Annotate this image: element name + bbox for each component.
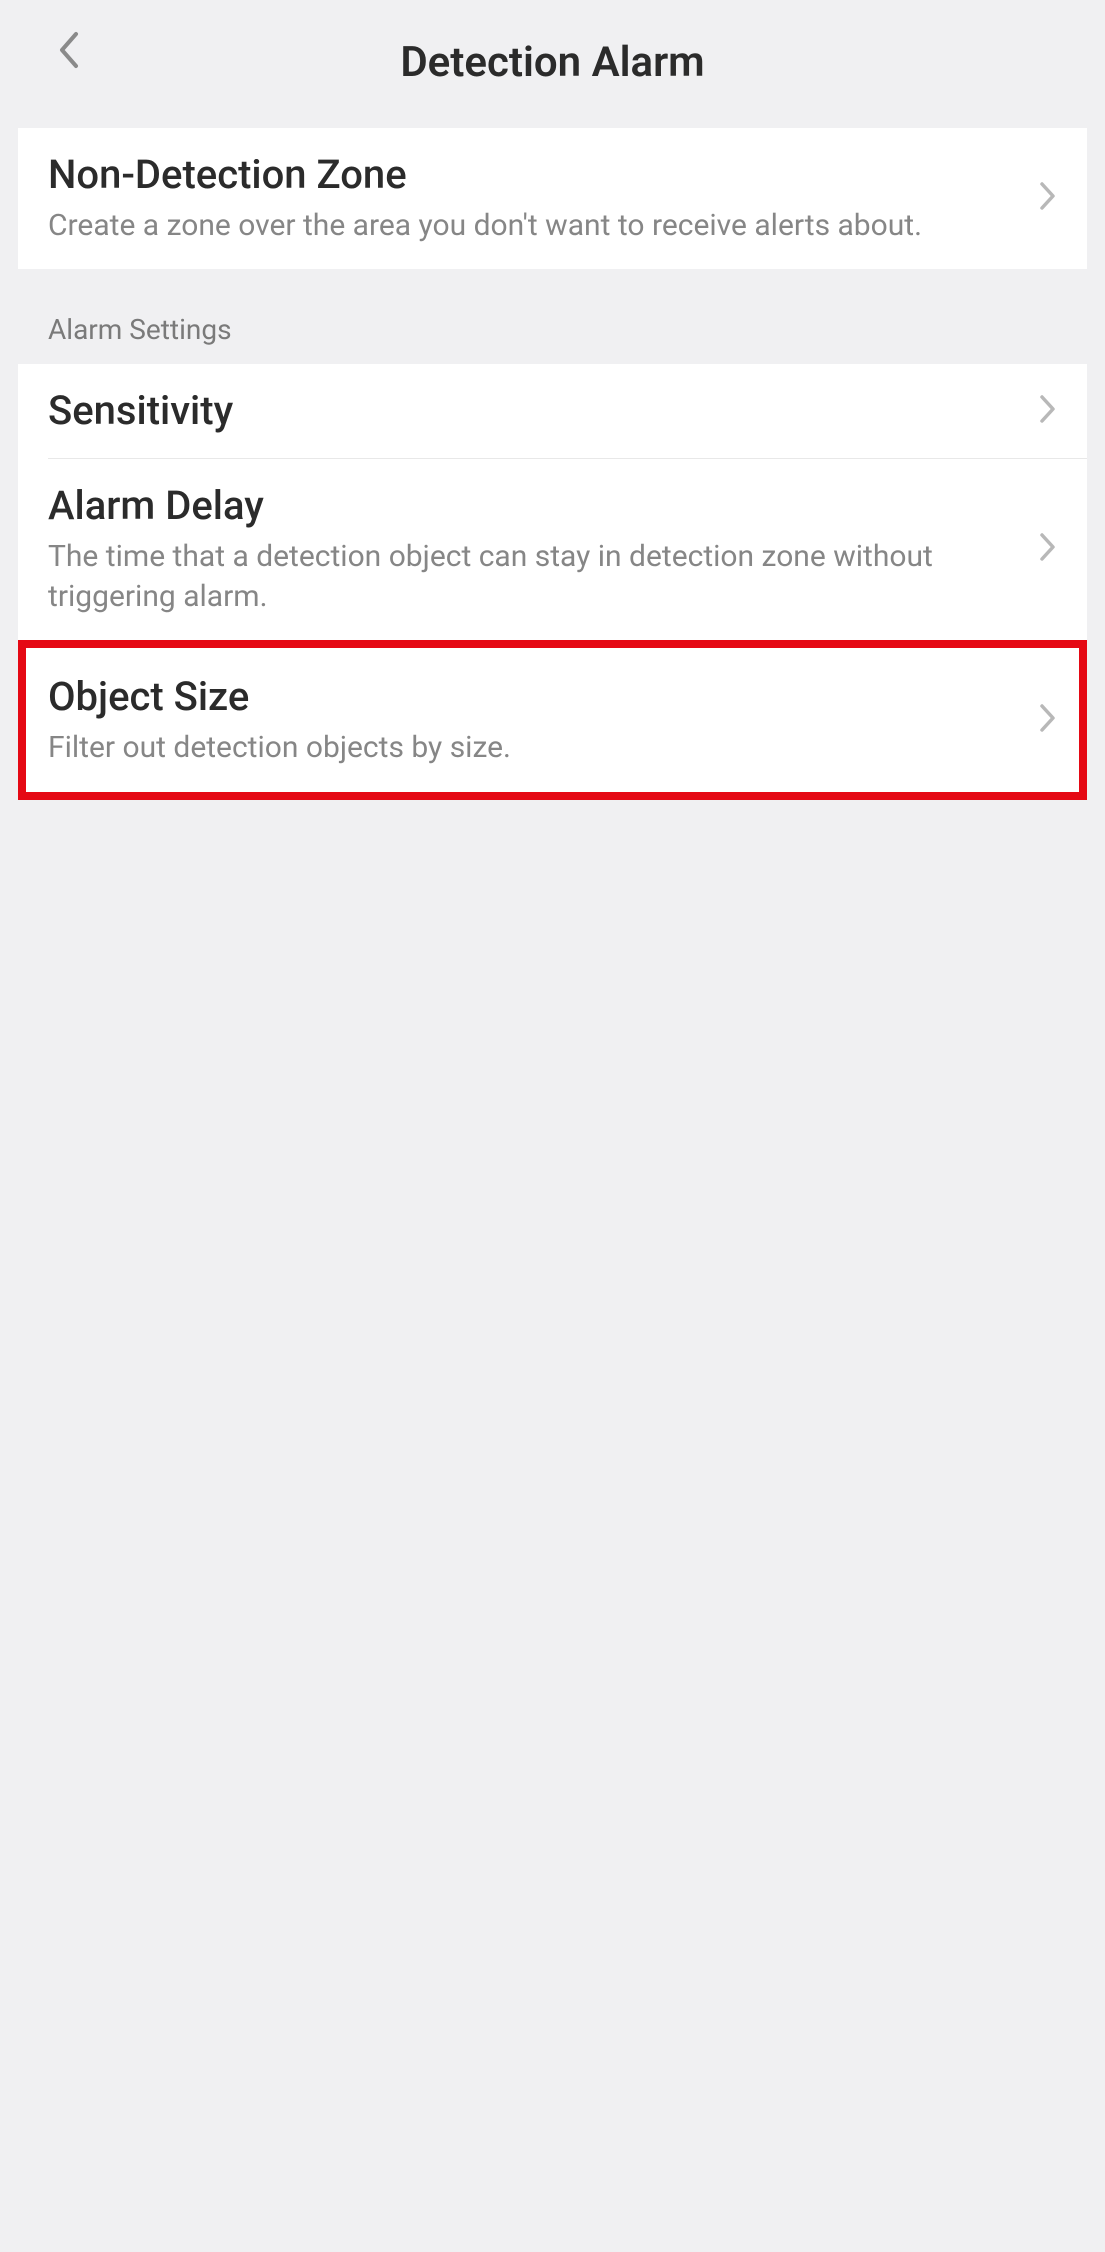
alarm-settings-header: Alarm Settings [18, 269, 1087, 364]
object-size-highlight: Object Size Filter out detection objects… [18, 640, 1087, 801]
object-size-title: Object Size [48, 672, 1019, 722]
sensitivity-title: Sensitivity [48, 386, 1019, 436]
chevron-right-icon [1039, 532, 1057, 566]
alarm-delay-title: Alarm Delay [48, 481, 1019, 531]
alarm-delay-subtitle: The time that a detection object can sta… [48, 537, 1019, 618]
non-detection-zone-subtitle: Create a zone over the area you don't wa… [48, 206, 1019, 247]
chevron-left-icon [57, 31, 79, 69]
non-detection-zone-row[interactable]: Non-Detection Zone Create a zone over th… [18, 128, 1087, 269]
page-title: Detection Alarm [48, 38, 1057, 87]
chevron-right-icon [1039, 394, 1057, 428]
sensitivity-row[interactable]: Sensitivity [18, 364, 1087, 458]
chevron-right-icon [1039, 703, 1057, 737]
object-size-row[interactable]: Object Size Filter out detection objects… [26, 648, 1079, 793]
header: Detection Alarm [18, 18, 1087, 128]
chevron-right-icon [1039, 181, 1057, 215]
object-size-subtitle: Filter out detection objects by size. [48, 728, 1019, 769]
back-button[interactable] [48, 30, 88, 70]
non-detection-zone-title: Non-Detection Zone [48, 150, 1019, 200]
alarm-delay-row[interactable]: Alarm Delay The time that a detection ob… [18, 459, 1087, 640]
